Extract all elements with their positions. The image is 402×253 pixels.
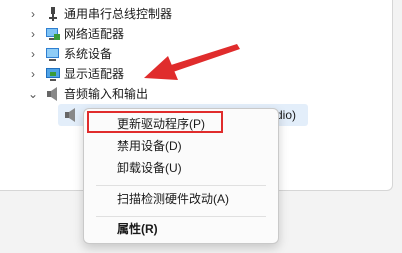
display-adapter-icon: [46, 68, 60, 81]
tree-item-usb-controllers[interactable]: › 通用串行总线控制器: [0, 4, 392, 24]
tree-item-label: 通用串行总线控制器: [64, 7, 173, 21]
menu-separator: [96, 216, 266, 217]
audio-device-label-tail: dio): [276, 108, 297, 122]
menu-item-uninstall-device[interactable]: 卸载设备(U): [117, 159, 182, 177]
highlight-box-annotation: [87, 111, 223, 133]
speaker-icon: [65, 108, 75, 122]
system-device-icon: [46, 48, 59, 61]
chevron-right-icon[interactable]: ›: [26, 4, 40, 24]
menu-item-disable-device[interactable]: 禁用设备(D): [117, 137, 182, 155]
tree-item-label: 网络适配器: [64, 27, 125, 41]
menu-separator: [96, 185, 266, 186]
chevron-right-icon[interactable]: ›: [26, 64, 40, 84]
chevron-right-icon[interactable]: ›: [26, 24, 40, 44]
chevron-down-icon[interactable]: ⌄: [26, 84, 40, 104]
menu-item-scan-hardware[interactable]: 扫描检测硬件改动(A): [117, 190, 229, 208]
menu-item-properties[interactable]: 属性(R): [117, 220, 158, 238]
chevron-right-icon[interactable]: ›: [26, 44, 40, 64]
usb-icon: [49, 7, 57, 21]
red-arrow-annotation: [144, 44, 240, 80]
tree-item-audio-io[interactable]: ⌄ 音频输入和输出: [0, 84, 392, 104]
tree-item-label: 音频输入和输出: [64, 87, 149, 101]
network-adapter-icon: [46, 28, 60, 40]
speaker-icon: [47, 87, 57, 101]
tree-item-label: 系统设备: [64, 47, 113, 61]
tree-item-label: 显示适配器: [64, 67, 125, 81]
